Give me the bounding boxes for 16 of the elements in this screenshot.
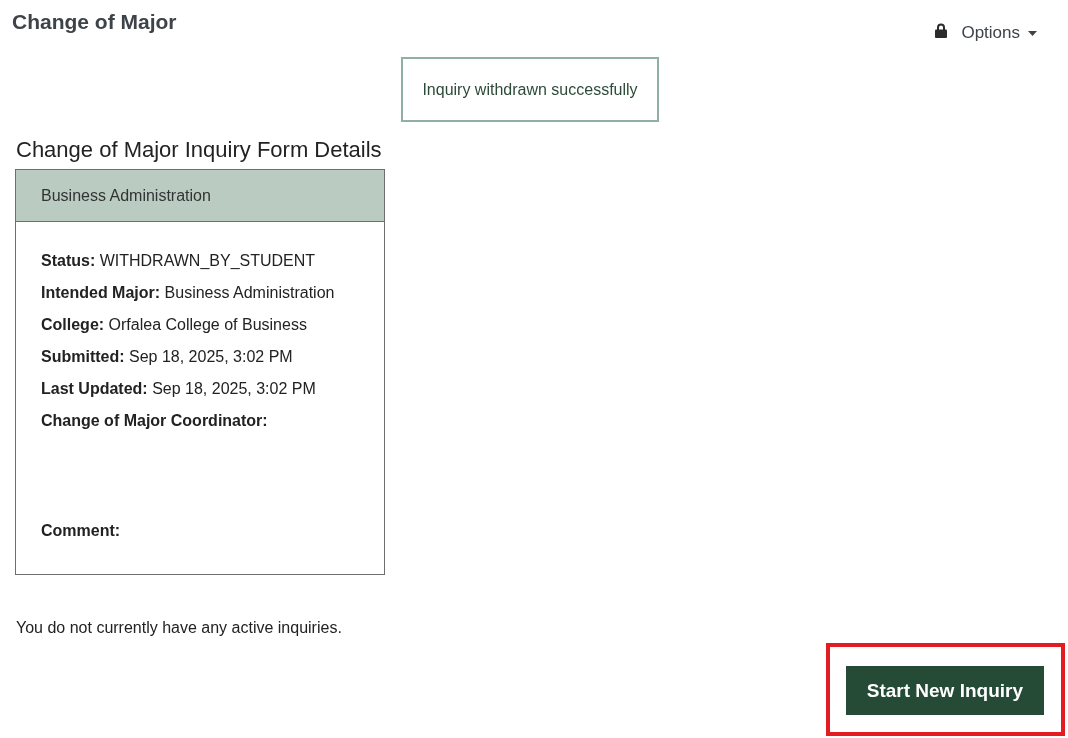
options-dropdown[interactable]: Options <box>935 23 1037 43</box>
detail-line: Intended Major: Business Administration <box>41 283 336 303</box>
start-new-inquiry-button[interactable]: Start New Inquiry <box>845 666 1044 715</box>
detail-line: Change of Major Coordinator: <box>41 411 269 431</box>
detail-line: Submitted: Sep 18, 2025, 3:02 PM <box>41 347 294 367</box>
detail-line: Status: WITHDRAWN_BY_STUDENT <box>41 251 317 271</box>
lock-icon <box>935 22 948 38</box>
page-title: Change of Major <box>12 9 177 35</box>
detail-line: College: Orfalea College of Business <box>41 315 308 335</box>
card-header: Business Administration <box>16 170 384 222</box>
success-alert: Inquiry withdrawn successfully <box>401 57 659 122</box>
empty-message: You do not currently have any active inquiries. <box>16 618 343 638</box>
detail-line: Last Updated: Sep 18, 2025, 3:02 PM <box>41 379 317 399</box>
section-heading: Change of Major Inquiry Form Details <box>16 137 383 163</box>
detail-line: Comment: <box>41 521 122 541</box>
caret-icon <box>1028 30 1037 36</box>
